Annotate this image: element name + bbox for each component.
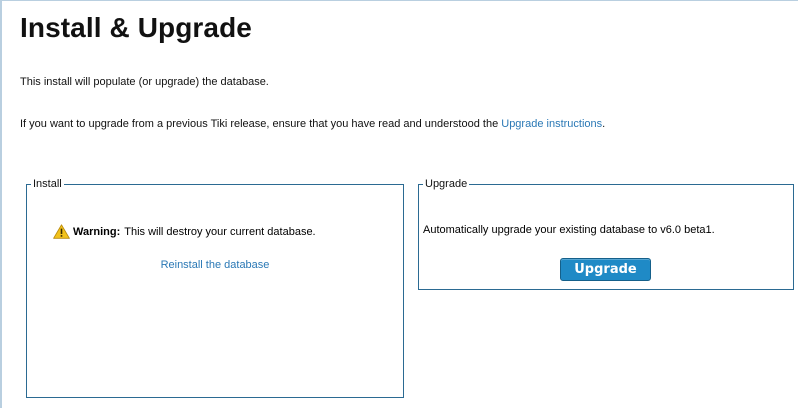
upgrade-description: Automatically upgrade your existing data… (423, 224, 715, 236)
upgrade-notice: If you want to upgrade from a previous T… (20, 118, 605, 130)
upgrade-button[interactable]: Upgrade (560, 258, 651, 281)
reinstall-link-container: Reinstall the database (27, 259, 403, 271)
upgrade-notice-text: If you want to upgrade from a previous T… (20, 118, 502, 130)
warning-icon (53, 224, 70, 239)
upgrade-panel: Upgrade Automatically upgrade your exist… (418, 178, 794, 290)
warning-message: Warning: This will destroy your current … (53, 224, 393, 239)
upgrade-notice-period: . (602, 118, 606, 130)
reinstall-database-link[interactable]: Reinstall the database (161, 259, 270, 271)
upgrade-legend: Upgrade (425, 178, 468, 190)
warning-label: Warning: (73, 225, 121, 238)
intro-text: This install will populate (or upgrade) … (20, 76, 269, 88)
page-title: Install & Upgrade (20, 12, 252, 43)
install-panel: Install Warning: This will destroy your … (26, 178, 404, 398)
warning-text: This will destroy your current database. (124, 225, 316, 238)
upgrade-instructions-link[interactable]: Upgrade instructions (501, 118, 602, 130)
install-legend: Install (33, 178, 62, 190)
